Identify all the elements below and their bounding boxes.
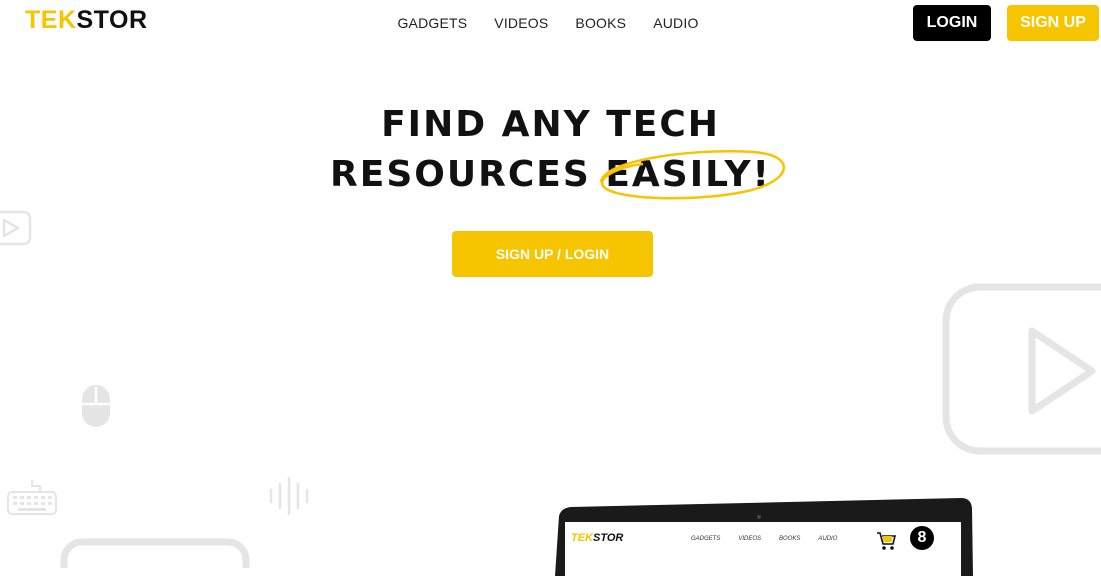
logo-part-tek: TEK xyxy=(25,6,77,34)
sound-wave-icon xyxy=(269,476,309,516)
device-icon xyxy=(60,538,250,568)
hero-title-line1: FIND ANY TECH xyxy=(381,104,720,145)
mockup-nav: GADGETS VIDEOS BOOKS AUDIO xyxy=(691,536,837,542)
logo-part-stor: STOR xyxy=(76,6,148,34)
highlight-ellipse-icon xyxy=(600,150,786,200)
mockup-nav-item-gadgets: GADGETS xyxy=(691,536,721,542)
play-icon xyxy=(942,283,1101,455)
nav-item-books[interactable]: BOOKS xyxy=(575,15,626,31)
hero-title-highlight: EASILY! xyxy=(600,150,786,200)
nav-item-audio[interactable]: AUDIO xyxy=(653,15,698,31)
play-icon xyxy=(0,210,32,246)
hero-section: FIND ANY TECH RESOURCES EASILY! xyxy=(0,100,1101,200)
mockup-logo-part-stor: STOR xyxy=(593,532,624,544)
mockup-logo: TEKSTOR xyxy=(571,532,623,544)
mockup-nav-item-audio: AUDIO xyxy=(818,536,838,542)
mockup-logo-part-tek: TEK xyxy=(571,532,593,544)
laptop-mockup: TEKSTOR GADGETS VIDEOS BOOKS AUDIO 8 xyxy=(553,496,975,576)
laptop-screen xyxy=(565,522,961,576)
keyboard-icon xyxy=(7,480,57,515)
nav-item-videos[interactable]: VIDEOS xyxy=(494,15,548,31)
mockup-badge: 8 xyxy=(910,526,934,550)
mouse-icon xyxy=(82,385,110,427)
mockup-nav-item-books: BOOKS xyxy=(779,536,801,542)
hero-title-line2-prefix: RESOURCES xyxy=(330,154,591,195)
signup-login-cta-button[interactable]: SIGN UP / LOGIN xyxy=(452,231,653,277)
logo[interactable]: TEKSTOR xyxy=(25,6,148,35)
login-button[interactable]: LOGIN xyxy=(913,5,991,41)
signup-button[interactable]: SIGN UP xyxy=(1007,5,1099,41)
nav-item-gadgets[interactable]: GADGETS xyxy=(397,15,467,31)
cart-icon xyxy=(877,532,896,550)
mockup-nav-item-videos: VIDEOS xyxy=(738,536,762,542)
hero-title: FIND ANY TECH RESOURCES EASILY! xyxy=(0,100,1101,200)
